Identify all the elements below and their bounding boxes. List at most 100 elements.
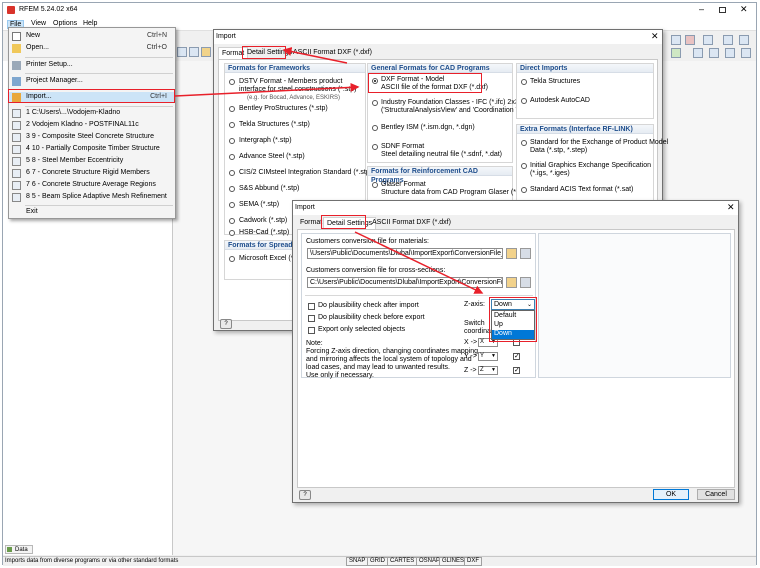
browse-folder-icon[interactable] (506, 277, 517, 288)
close-dialog-button[interactable]: ✕ (727, 203, 735, 212)
close-dialog-button[interactable]: ✕ (651, 32, 659, 41)
status-dxf-button[interactable]: DXF (464, 557, 482, 566)
data-tab[interactable]: Data (5, 545, 33, 554)
recent-file-item[interactable]: 4 10 - Partially Composite Timber Struct… (9, 144, 175, 155)
cadwork-radio[interactable] (229, 218, 235, 224)
ok-button[interactable]: OK (653, 489, 689, 500)
map-z-checkbox[interactable] (513, 366, 520, 374)
rfem-file-icon (12, 133, 21, 142)
toolbar-icon[interactable] (725, 48, 735, 58)
toolbar-icon[interactable] (685, 35, 695, 45)
status-text: Imports data from diverse programs or vi… (5, 558, 179, 564)
help-button[interactable]: ? (299, 490, 311, 500)
map-x-label: X -> (464, 339, 478, 346)
toolbar-icon[interactable] (741, 48, 751, 58)
toolbar-icon[interactable] (189, 47, 199, 57)
bentley-prostructures-radio[interactable] (229, 106, 235, 112)
tab-ascii-dxf[interactable]: ASCII Format DXF (*.dxf) (369, 217, 454, 229)
iges-radio[interactable] (521, 163, 527, 169)
toolbar-icon[interactable] (201, 47, 211, 57)
preview-area (538, 233, 731, 378)
dstv-radio[interactable] (229, 79, 235, 85)
recent-file-item[interactable]: 8 5 - Beam Splice Adaptive Mesh Refineme… (9, 192, 175, 203)
export-selected-checkbox[interactable] (308, 327, 315, 334)
help-button[interactable]: ? (220, 319, 232, 329)
maximize-button[interactable] (719, 7, 726, 13)
autocad-direct-radio[interactable] (521, 98, 527, 104)
toolbar-icon[interactable] (709, 48, 719, 58)
advance-steel-radio[interactable] (229, 154, 235, 160)
edit-file-icon[interactable] (520, 248, 531, 259)
menu-item-printer-setup[interactable]: Printer Setup... (9, 60, 175, 71)
format-label: CIS/2 CIMsteel Integration Standard (*.s… (239, 169, 373, 176)
sat-radio[interactable] (521, 187, 527, 193)
hsb-cad-radio[interactable] (229, 230, 235, 236)
status-grid-button[interactable]: GRID (367, 557, 388, 566)
glaser-sublabel: Structure data from CAD Program Glaser (… (381, 189, 532, 196)
menu-item-label: 5 8 - Steel Member Eccentricity (26, 157, 124, 164)
intergraph-radio[interactable] (229, 138, 235, 144)
toolbar-icon[interactable] (739, 35, 749, 45)
toolbar-icon[interactable] (693, 48, 703, 58)
map-z-value: Z (480, 367, 484, 373)
detail-settings-tab-highlight (321, 215, 366, 229)
toolbar-icon[interactable] (671, 35, 681, 45)
rfem-file-icon (12, 121, 21, 130)
toolbar-icon[interactable] (671, 48, 681, 58)
excel-radio[interactable] (229, 256, 235, 262)
menu-separator (25, 106, 173, 107)
tab-ascii-dxf[interactable]: ASCII Format DXF (*.dxf) (290, 47, 375, 59)
note-line: Note: (306, 340, 323, 347)
map-y-select[interactable]: Y ▼ (478, 352, 498, 361)
toolbar-icon[interactable] (703, 35, 713, 45)
browse-folder-icon[interactable] (506, 248, 517, 259)
recent-file-item[interactable]: 6 7 - Concrete Structure Rigid Members (9, 168, 175, 179)
iges-sublabel: (*.igs, *.iges) (530, 170, 570, 177)
plausibility-after-import-checkbox[interactable] (308, 303, 315, 310)
edit-file-icon[interactable] (520, 277, 531, 288)
step-radio[interactable] (521, 140, 527, 146)
cancel-button[interactable]: Cancel (697, 489, 735, 500)
ifc-radio[interactable] (372, 100, 378, 106)
sdnf-radio[interactable] (372, 144, 378, 150)
map-z-select[interactable]: Z ▼ (478, 366, 498, 375)
plausibility-before-export-checkbox[interactable] (308, 315, 315, 322)
bentley-ism-radio[interactable] (372, 125, 378, 131)
checkbox-label: Do plausibility check after import (318, 302, 419, 309)
toolbar-icon[interactable] (723, 35, 733, 45)
menu-item-label: 2 Vodojem Kladno - POSTFINAL11c (26, 121, 139, 128)
status-snap-button[interactable]: SNAP (346, 557, 369, 566)
minimize-button[interactable]: – (699, 5, 704, 14)
status-cartes-button[interactable]: CARTES (387, 557, 418, 566)
tekla-direct-radio[interactable] (521, 79, 527, 85)
recent-file-item[interactable]: 5 8 - Steel Member Eccentricity (9, 156, 175, 167)
menu-item-open[interactable]: Open... Ctrl+O (9, 43, 175, 54)
sections-path-input[interactable]: C:\Users\Public\Documents\Dlubal\ImportE… (307, 277, 503, 288)
materials-path-input[interactable]: \Users\Public\Documents\Dlubal\ImportExp… (307, 248, 503, 259)
switch-label: Switch (464, 320, 485, 327)
tekla-radio[interactable] (229, 122, 235, 128)
menu-item-project-manager[interactable]: Project Manager... (9, 76, 175, 87)
menu-item-label: Exit (26, 208, 38, 215)
dstv-label: DSTV Format - Members product interface … (239, 78, 357, 93)
toolbar-icon[interactable] (177, 47, 187, 57)
menu-item-label: Open... (26, 44, 49, 51)
note-line: load cases, and may lead to unwanted res… (306, 364, 450, 371)
checkbox-label: Export only selected objects (318, 326, 406, 333)
iges-label: Initial Graphics Exchange Specification (530, 162, 652, 169)
recent-file-item[interactable]: 2 Vodojem Kladno - POSTFINAL11c (9, 120, 175, 131)
cis2-radio[interactable] (229, 170, 235, 176)
recent-file-item[interactable]: 7 6 - Concrete Structure Average Regions (9, 180, 175, 191)
status-glines-button[interactable]: GLINES (439, 557, 468, 566)
menu-item-exit[interactable]: Exit (9, 207, 175, 218)
recent-file-item[interactable]: 1 C:\Users\...\Vodojem-Kladno (9, 108, 175, 119)
map-y-checkbox[interactable] (513, 352, 520, 360)
recent-file-item[interactable]: 3 9 - Composite Steel Concrete Structure (9, 132, 175, 143)
glaser-radio[interactable] (372, 182, 378, 188)
menu-item-new[interactable]: New Ctrl+N (9, 31, 175, 42)
ss-abbund-radio[interactable] (229, 186, 235, 192)
sema-radio[interactable] (229, 202, 235, 208)
dialog-title-bar: Import ✕ (293, 201, 738, 215)
close-app-button[interactable]: ✕ (740, 5, 748, 14)
switch-label: coordina (464, 328, 491, 335)
